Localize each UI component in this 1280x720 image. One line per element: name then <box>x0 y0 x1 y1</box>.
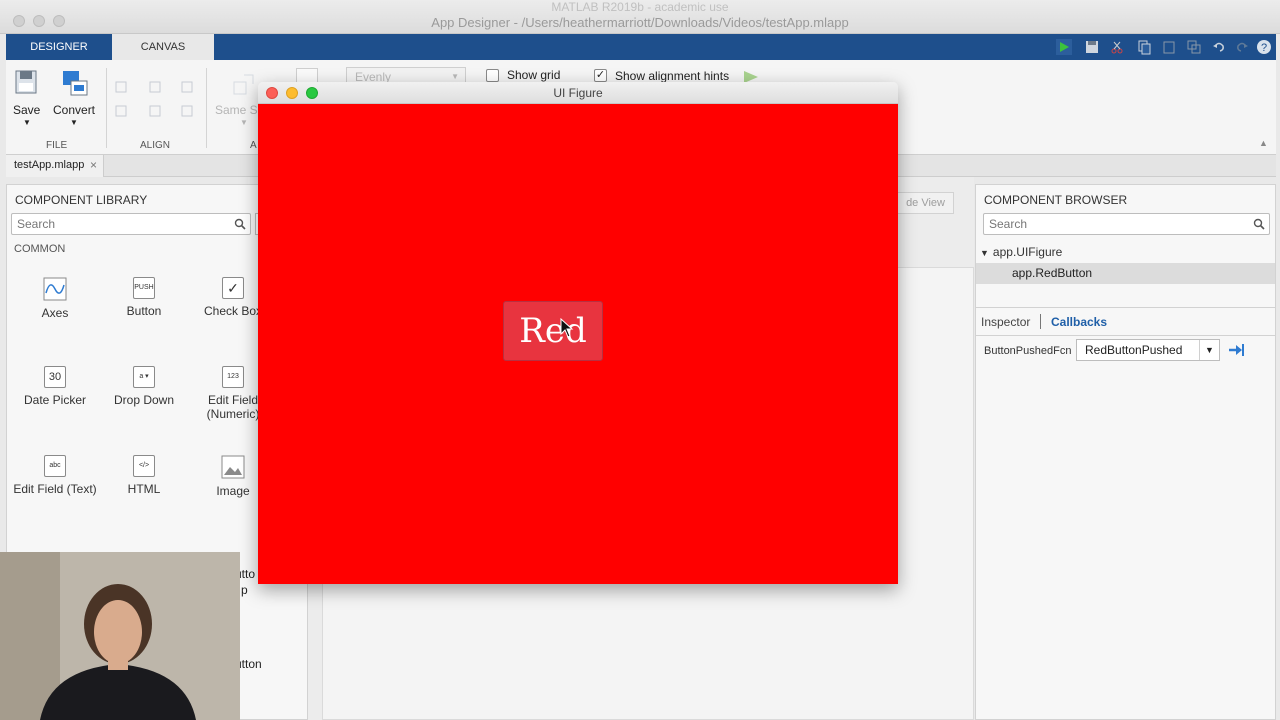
numeric-field-icon: 123 <box>222 366 244 388</box>
text-field-icon: abc <box>44 455 66 477</box>
tab-designer[interactable]: DESIGNER <box>6 34 112 60</box>
file-tab-name: testApp.mlapp <box>14 159 85 171</box>
file-tab[interactable]: testApp.mlapp × <box>6 155 104 177</box>
mouse-cursor-icon <box>560 318 574 338</box>
image-icon <box>221 455 245 479</box>
arrange-section-label: A <box>250 140 257 151</box>
component-browser-title: COMPONENT BROWSER <box>984 193 1128 207</box>
library-item-label: Image <box>216 484 250 498</box>
browser-search-input[interactable]: Search <box>983 213 1270 235</box>
library-item-drop-down[interactable]: a ▾ Drop Down <box>102 366 186 407</box>
divider <box>206 68 207 148</box>
redo-icon[interactable] <box>1234 39 1250 55</box>
convert-dropdown-icon[interactable]: ▼ <box>70 118 78 127</box>
paste-icon[interactable] <box>1161 39 1177 55</box>
html-icon: </> <box>133 455 155 477</box>
library-item-label: Edit Field (Text) <box>13 482 97 496</box>
drop-down-icon: a ▾ <box>133 366 155 388</box>
toolstrip-tab-bar: DESIGNER CANVAS ? <box>6 34 1276 60</box>
date-picker-icon: 30 <box>44 366 66 388</box>
presenter-video-image <box>0 552 240 720</box>
search-icon <box>1253 218 1265 230</box>
divider <box>106 68 107 148</box>
align-tools-icon[interactable] <box>114 80 194 122</box>
save-dropdown-icon[interactable]: ▼ <box>23 118 31 127</box>
help-icon[interactable]: ? <box>1256 39 1272 55</box>
tree-item-label: app.UIFigure <box>992 245 1063 259</box>
library-search-placeholder: Search <box>17 217 56 231</box>
library-item-label: Drop Down <box>113 393 175 407</box>
tree-item-uifigure[interactable]: ▼ app.UIFigure <box>980 245 1062 259</box>
check-box-icon: ✓ <box>222 277 244 299</box>
divider <box>976 307 1275 308</box>
callback-dropdown-value: RedButtonPushed <box>1085 343 1183 357</box>
same-size-dropdown-icon[interactable]: ▼ <box>240 118 248 127</box>
library-item-edit-field-text[interactable]: abc Edit Field (Text) <box>13 455 97 496</box>
library-item-label: Date Picker <box>23 393 87 407</box>
callback-dropdown[interactable]: RedButtonPushed ▼ <box>1076 339 1220 361</box>
tab-callbacks[interactable]: Callbacks <box>1051 315 1107 329</box>
library-item-label: Button <box>126 304 162 318</box>
browser-search-placeholder: Search <box>989 217 1028 231</box>
library-item-label: Edit Field (Numeric) <box>206 393 260 421</box>
collapse-toolstrip-icon[interactable]: ▲ <box>1259 138 1268 148</box>
save-icon[interactable] <box>1084 39 1100 55</box>
library-search-input[interactable]: Search <box>11 213 251 235</box>
library-item-button[interactable]: PUSH Button <box>102 277 186 318</box>
webcam-overlay <box>0 552 240 720</box>
save-file-icon[interactable] <box>15 70 37 94</box>
background-window-title: MATLAB R2019b - academic use <box>551 0 729 14</box>
push-button-icon: PUSH <box>133 277 155 299</box>
align-section-label: ALIGN <box>140 140 171 151</box>
component-library-title: COMPONENT LIBRARY <box>15 193 148 207</box>
ui-figure-body: Red <box>258 104 898 584</box>
library-item-label: HTML <box>127 482 161 496</box>
library-item-label: Check Box <box>203 304 263 318</box>
callback-property-label: ButtonPushedFcn <box>984 345 1072 357</box>
show-grid-checkbox[interactable] <box>486 69 499 82</box>
ui-figure-titlebar: UI Figure <box>258 82 898 104</box>
library-item-html[interactable]: </> HTML <box>102 455 186 496</box>
go-to-callback-icon[interactable] <box>1227 342 1245 358</box>
ui-figure-window: UI Figure Red <box>258 82 898 584</box>
search-icon <box>234 218 246 230</box>
save-button[interactable]: Save <box>13 103 40 117</box>
library-item-partial-label: p <box>241 583 248 597</box>
axes-icon <box>43 277 67 301</box>
show-alignment-label: Show alignment hints <box>615 69 730 83</box>
same-size-button[interactable]: Same Si <box>215 103 260 117</box>
component-browser-panel: COMPONENT BROWSER Search ▼ app.UIFigure a… <box>975 184 1276 720</box>
convert-button[interactable]: Convert <box>53 103 95 117</box>
convert-icon[interactable] <box>62 70 88 96</box>
cut-icon[interactable] <box>1109 39 1125 55</box>
library-item-date-picker[interactable]: 30 Date Picker <box>13 366 97 407</box>
tab-separator <box>1040 314 1041 329</box>
library-item-axes[interactable]: Axes <box>13 277 97 320</box>
show-alignment-checkbox[interactable]: ✓ <box>594 69 607 82</box>
run-icon[interactable] <box>1056 39 1072 55</box>
divider <box>976 335 1275 336</box>
tab-canvas[interactable]: CANVAS <box>112 34 214 60</box>
common-section-label: COMMON <box>14 243 66 255</box>
file-section-label: FILE <box>46 140 68 151</box>
red-button[interactable]: Red <box>503 301 603 361</box>
ui-figure-title: UI Figure <box>553 86 603 100</box>
undo-icon[interactable] <box>1211 39 1227 55</box>
tree-item-label: app.RedButton <box>1012 266 1093 280</box>
copy-icon[interactable] <box>1136 39 1152 55</box>
chevron-down-icon[interactable]: ▼ <box>1199 340 1219 360</box>
window-title: App Designer - /Users/heathermarriott/Do… <box>431 15 849 30</box>
show-grid-label: Show grid <box>507 68 561 82</box>
svg-text:?: ? <box>1261 42 1267 54</box>
tab-inspector[interactable]: Inspector <box>981 315 1030 329</box>
duplicate-icon[interactable] <box>1186 39 1202 55</box>
expand-triangle-icon[interactable]: ▼ <box>980 248 989 258</box>
tree-item-redbutton[interactable]: app.RedButton <box>976 263 1275 284</box>
library-item-label: Axes <box>41 306 69 320</box>
close-tab-icon[interactable]: × <box>90 158 97 172</box>
same-size-icon[interactable] <box>230 72 256 98</box>
